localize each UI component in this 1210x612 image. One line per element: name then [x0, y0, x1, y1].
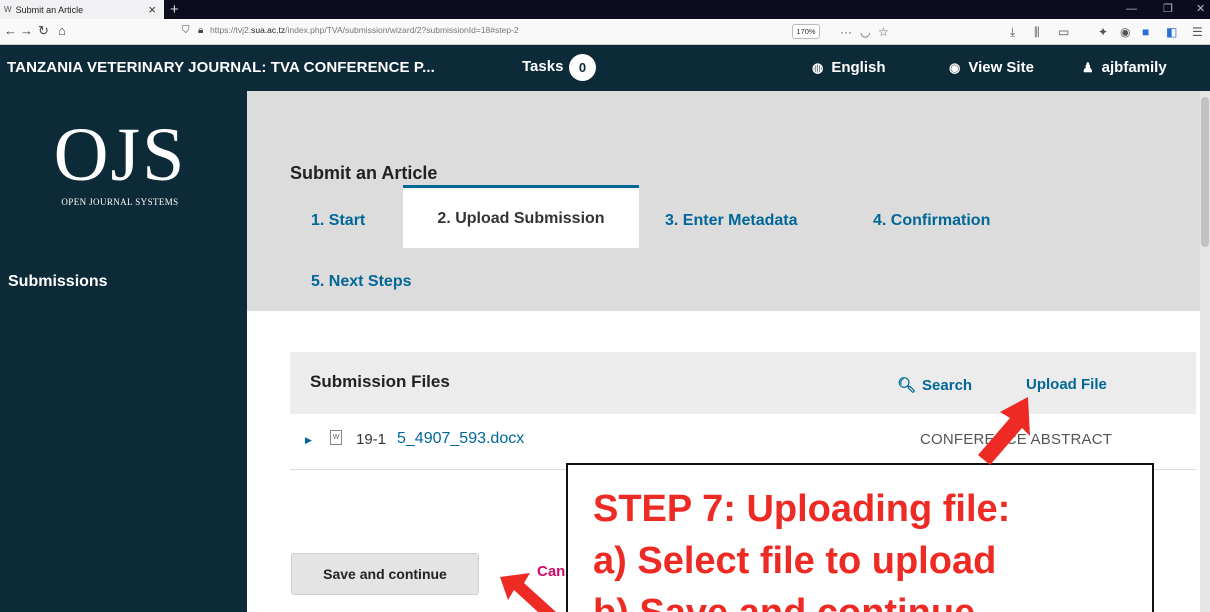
minimize-icon[interactable]: —: [1126, 0, 1137, 19]
scrollbar-thumb[interactable]: [1201, 97, 1209, 247]
search-files-button[interactable]: 🔍︎ Search: [897, 376, 972, 394]
tab-upload-submission[interactable]: 2. Upload Submission: [403, 185, 639, 248]
bookmark-star-icon[interactable]: ☆: [878, 22, 889, 42]
url-prefix: https://tvj2.: [210, 25, 252, 35]
browser-navbar: ← → ↻ ⌂ ⛉ 🔒︎ https://tvj2.sua.ac.tz/inde…: [0, 19, 1210, 45]
forward-icon[interactable]: →: [20, 21, 33, 41]
extension-icon[interactable]: ◧: [1166, 22, 1177, 42]
page-scrollbar[interactable]: [1200, 91, 1210, 612]
shield-icon[interactable]: ⛉: [182, 21, 190, 41]
user-icon: ♟: [1082, 59, 1094, 75]
file-name-link[interactable]: 5_4907_593.docx: [397, 430, 524, 448]
annotation-line-2: a) Select file to upload: [593, 540, 997, 582]
view-site-label: View Site: [968, 59, 1034, 76]
file-id: 19-1: [356, 431, 387, 448]
user-menu[interactable]: ♟ ajbfamily: [1082, 59, 1167, 76]
upload-file-button[interactable]: Upload File: [1026, 376, 1107, 393]
tab-next-steps[interactable]: 5. Next Steps: [311, 273, 411, 291]
zoom-level[interactable]: 170%: [792, 24, 820, 39]
page-actions-icon[interactable]: ···: [840, 22, 852, 42]
expand-row-icon[interactable]: ▶: [305, 435, 312, 446]
back-icon[interactable]: ←: [4, 21, 17, 41]
browser-tabstrip: W Submit an Article × + — ❐ ✕: [0, 0, 1210, 19]
url-domain: sua.ac.tz: [251, 25, 286, 35]
sidebar-item-submissions[interactable]: Submissions: [8, 273, 108, 291]
tab-confirmation[interactable]: 4. Confirmation: [873, 212, 990, 230]
library-icon[interactable]: ⫼: [1034, 22, 1040, 42]
tab-start[interactable]: 1. Start: [311, 212, 365, 230]
maximize-icon[interactable]: ❐: [1163, 0, 1173, 19]
annotation-clip: STEP 7: Uploading file: a) Select file t…: [566, 463, 1154, 612]
save-and-continue-button[interactable]: Save and continue: [291, 553, 479, 595]
pocket-icon[interactable]: ◡: [860, 22, 870, 42]
submission-files-title: Submission Files: [310, 372, 450, 391]
search-label: Search: [922, 377, 973, 394]
url-path: /index.php/TVA/submission/wizard/2?submi…: [285, 25, 519, 35]
tasks-label[interactable]: Tasks: [522, 58, 563, 75]
app-header: TANZANIA VETERINARY JOURNAL: TVA CONFERE…: [0, 45, 1210, 91]
browser-tab-title: Submit an Article: [15, 4, 84, 15]
site-favicon: W: [4, 5, 12, 14]
window-close-icon[interactable]: ✕: [1196, 0, 1205, 19]
journal-context-title[interactable]: TANZANIA VETERINARY JOURNAL: TVA CONFERE…: [7, 59, 435, 76]
close-icon[interactable]: ×: [148, 2, 156, 17]
language-menu[interactable]: ◍ English: [812, 59, 886, 76]
menu-icon[interactable]: ☰: [1192, 22, 1203, 42]
globe-icon: ◍: [812, 59, 824, 75]
extension-icon[interactable]: ■: [1142, 22, 1149, 42]
url-bar[interactable]: https://tvj2.sua.ac.tz/index.php/TVA/sub…: [210, 25, 519, 35]
user-name: ajbfamily: [1101, 59, 1167, 76]
word-document-icon: W: [330, 430, 342, 445]
download-icon[interactable]: ⤓: [1010, 22, 1015, 42]
view-site-link[interactable]: ◉ View Site: [949, 59, 1034, 76]
language-label: English: [831, 59, 886, 76]
annotation-box: STEP 7: Uploading file: a) Select file t…: [566, 463, 1154, 612]
file-genre: CONFERENCE ABSTRACT: [920, 431, 1113, 448]
home-icon[interactable]: ⌂: [58, 21, 66, 41]
browser-tab[interactable]: W Submit an Article ×: [0, 0, 164, 19]
ojs-logo-caption: OPEN JOURNAL SYSTEMS: [61, 197, 179, 207]
annotation-line-3: b) Save and continue: [593, 587, 1152, 612]
ojs-logo[interactable]: OJS OPEN JOURNAL SYSTEMS: [30, 117, 210, 207]
reload-icon[interactable]: ↻: [38, 21, 49, 41]
extension-icon[interactable]: ◉: [1120, 22, 1130, 42]
new-tab-icon[interactable]: +: [170, 0, 179, 19]
annotation-line-1: STEP 7: Uploading file:: [593, 488, 1011, 530]
eye-icon: ◉: [949, 59, 961, 75]
page-title: Submit an Article: [290, 163, 438, 183]
extension-icon[interactable]: ✦: [1098, 22, 1108, 42]
lock-icon: 🔒︎: [198, 25, 204, 36]
sidebar-toggle-icon[interactable]: ▭: [1058, 22, 1069, 42]
ojs-logo-mark: OJS: [53, 113, 187, 197]
sidebar: OJS OPEN JOURNAL SYSTEMS Submissions: [0, 91, 247, 612]
search-icon: 🔍︎: [897, 377, 917, 394]
tab-enter-metadata[interactable]: 3. Enter Metadata: [665, 212, 797, 230]
tasks-count-badge[interactable]: 0: [569, 54, 596, 81]
